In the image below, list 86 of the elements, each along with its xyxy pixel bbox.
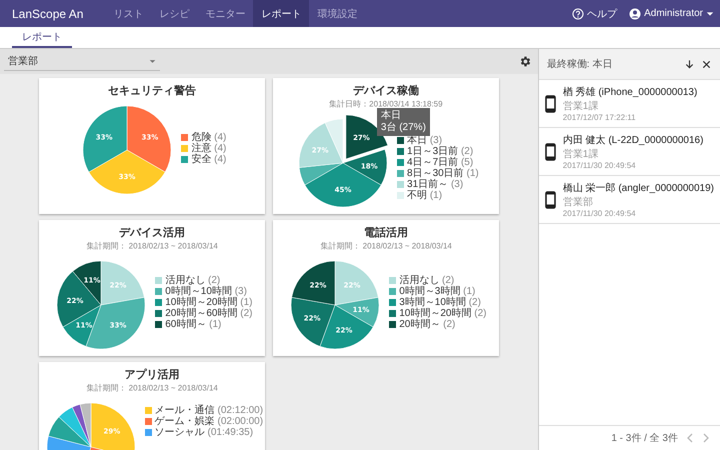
device-item[interactable]: 橋山 栄一郎 (angler_0000000019) 営業部 2017/11/30 20:49:54 (538, 176, 720, 224)
card-subtitle: 集計期間： 2018/02/13 ~ 2018/03/14 (320, 240, 452, 252)
device-name: 内田 健太 (L-22D_0000000016) (562, 134, 704, 147)
card-title: セキュリティ警告 (108, 84, 196, 98)
legend-label: 8日～30日前 (1) (407, 168, 479, 179)
legend-label: 10時間～20時間 (2) (399, 308, 487, 319)
legend-label: 3時間～10時間 (2) (399, 297, 481, 308)
nav-tab[interactable]: レポート (253, 0, 310, 27)
legend-swatch (181, 156, 188, 163)
panel-title: 最終稼働: 本日 (546, 58, 614, 71)
legend-label: 0時間～10時間 (3) (165, 286, 247, 297)
device-department: 営業1課 (562, 148, 600, 161)
legend-label: 4日～7日前 (5) (407, 157, 474, 168)
device-department: 営業1課 (562, 100, 600, 113)
legend-label: 31日前～ (3) (407, 179, 464, 190)
caret-icon (706, 10, 714, 18)
department-select[interactable]: 営業部 (4, 52, 160, 71)
legend-swatch (389, 321, 396, 328)
card-subtitle: 集計期間： 2018/02/13 ~ 2018/03/14 (86, 240, 218, 252)
legend-label: ゲーム・娯楽 (02:00:00) (154, 416, 264, 427)
card-title: デバイス稼働 (352, 84, 419, 98)
legend-swatch (389, 277, 396, 284)
settings-icon[interactable] (518, 55, 532, 68)
legend-swatch (397, 192, 404, 199)
device-time: 2017/11/30 20:49:54 (562, 209, 637, 218)
card-title: 電話活用 (364, 226, 408, 240)
legend-label: 20時間～ (2) (399, 319, 456, 330)
legend-swatch (155, 288, 162, 295)
legend-label: 20時間～60時間 (2) (165, 308, 253, 319)
legend-label: 1日～3日前 (2) (407, 146, 474, 157)
legend-label: 不明 (1) (407, 190, 442, 201)
legend-swatch (389, 288, 396, 295)
nav-tab[interactable]: モニター (197, 0, 254, 27)
card-title: アプリ活用 (124, 368, 180, 382)
smartphone-icon (544, 142, 556, 160)
legend-swatch (397, 148, 404, 155)
legend-label: 注意 (4) (191, 143, 226, 154)
device-item[interactable]: 内田 健太 (L-22D_0000000016) 営業1課 2017/11/30 20:49:54 (538, 128, 720, 176)
legend-label: 安全 (4) (191, 154, 226, 165)
app-brand: LanScope An (11, 6, 84, 22)
help-icon (572, 8, 584, 20)
device-item[interactable]: 楢 秀雄 (iPhone_0000000013) 営業1課 2017/12/07 17:22:11 (538, 80, 720, 128)
legend-swatch (397, 170, 404, 177)
legend-swatch (389, 299, 396, 306)
device-time: 2017/12/07 17:22:11 (562, 113, 637, 122)
legend-swatch (155, 299, 162, 306)
legend-label: 危険 (4) (191, 132, 226, 143)
device-department: 営業部 (562, 196, 594, 209)
legend-swatch (155, 310, 162, 317)
legend-label: 活用なし (2) (165, 275, 220, 286)
caret-icon (149, 58, 156, 64)
nav-tab[interactable]: リスト (105, 0, 152, 27)
down-arrow-icon[interactable] (684, 58, 695, 70)
legend-swatch (181, 145, 188, 152)
card-subtitle: 集計日時：2018/03/14 13:18:59 (329, 98, 443, 110)
account-icon (629, 8, 642, 20)
legend-swatch (155, 321, 162, 328)
device-time: 2017/11/30 20:49:54 (562, 161, 637, 170)
legend-swatch (397, 137, 404, 144)
legend-swatch (389, 310, 396, 317)
legend-swatch (397, 159, 404, 166)
legend-label: 0時間～3時間 (1) (399, 286, 476, 297)
legend-swatch (397, 181, 404, 188)
help-link[interactable]: ヘルプ (566, 0, 624, 27)
device-name: 橋山 栄一郎 (angler_0000000019) (562, 182, 714, 195)
legend-label: 10時間～20時間 (1) (165, 297, 253, 308)
legend-label: メール・通信 (02:12:00) (154, 405, 264, 416)
user-menu[interactable]: Administrator (623, 0, 720, 27)
chart-tooltip: 本日 3台 (27%) (376, 108, 430, 136)
legend-swatch (144, 429, 152, 436)
pagination-text: 1 - 3件 / 全 3件 (611, 432, 678, 445)
card-subtitle: 集計期間： 2018/02/13 ~ 2018/03/14 (86, 382, 218, 394)
legend-swatch (155, 277, 162, 284)
card-title: デバイス活用 (118, 226, 185, 240)
nav-tab[interactable]: レシピ (151, 0, 198, 27)
smartphone-icon (544, 190, 556, 208)
legend-swatch (144, 418, 152, 425)
device-name: 楢 秀雄 (iPhone_0000000013) (562, 86, 698, 99)
legend-label: ソーシャル (01:49:35) (154, 427, 254, 438)
legend-label: 活用なし (2) (399, 275, 454, 286)
legend-swatch (144, 407, 152, 414)
legend-swatch (181, 134, 188, 141)
smartphone-icon (544, 94, 556, 112)
nav-tab[interactable]: 環境設定 (309, 0, 366, 27)
legend-label: 60時間～ (1) (165, 319, 222, 330)
close-icon[interactable] (701, 58, 712, 70)
